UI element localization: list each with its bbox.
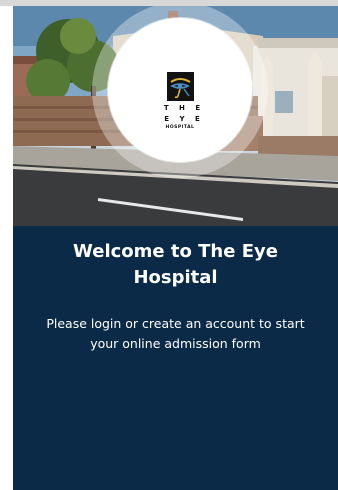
welcome-subtitle: Please login or create an account to sta… xyxy=(46,316,305,351)
logo-text-hospital: HOSPITAL xyxy=(165,125,195,130)
eye-of-horus-icon xyxy=(167,72,194,101)
welcome-title: Welcome to The Eye Hospital xyxy=(73,241,278,288)
logo-text-eye: E Y E xyxy=(164,115,204,123)
hospital-logo: T H E E Y E HOSPITAL xyxy=(108,18,252,162)
logo-text-the: T H E xyxy=(163,104,205,112)
welcome-card: T H E E Y E HOSPITAL Welcome to The Eye … xyxy=(13,6,338,490)
hero-photo: T H E E Y E HOSPITAL xyxy=(13,6,338,226)
